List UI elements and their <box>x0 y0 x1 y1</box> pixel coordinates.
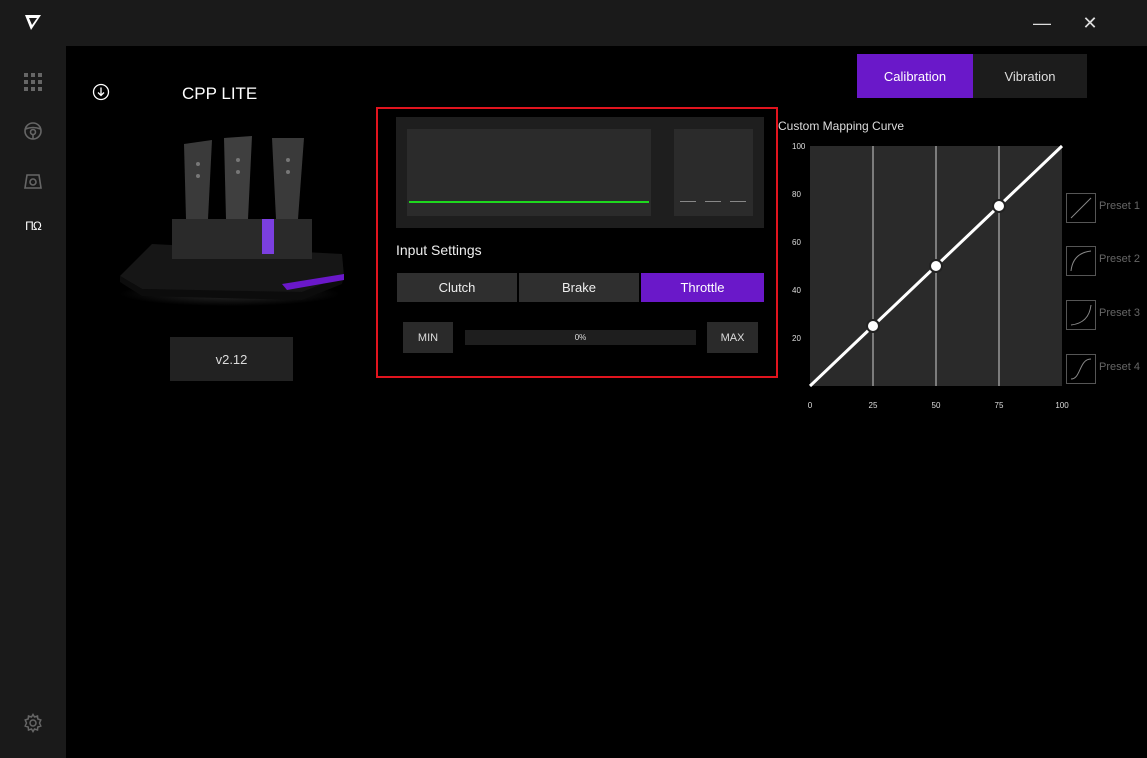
highlight-box <box>376 107 778 378</box>
y-tick-label: 100 <box>792 142 806 151</box>
tab-vibration[interactable]: Vibration <box>973 54 1087 98</box>
y-tick-label: 40 <box>792 286 801 295</box>
curve-title: Custom Mapping Curve <box>778 119 905 133</box>
sidebar: ΠΩ <box>0 0 66 758</box>
close-button[interactable]: ✕ <box>1076 9 1104 37</box>
ease-in-curve-icon <box>1066 300 1096 330</box>
grid-icon[interactable] <box>19 68 47 96</box>
logo-icon[interactable] <box>19 8 47 36</box>
y-tick-label: 20 <box>792 334 801 343</box>
x-tick-label: 50 <box>932 401 941 410</box>
preset-label: Preset 4 <box>1099 361 1140 373</box>
pedals-glyph: ΠΩ <box>25 219 42 233</box>
x-tick-label: 0 <box>808 401 813 410</box>
steering-wheel-icon[interactable] <box>19 117 47 145</box>
gear-icon[interactable] <box>19 709 47 737</box>
curve-handle[interactable] <box>929 259 943 273</box>
close-icon: ✕ <box>1082 12 1098 33</box>
wheelbase-icon[interactable] <box>19 167 47 195</box>
preset-4-button[interactable]: Preset 4 <box>1066 354 1147 384</box>
firmware-version-button[interactable]: v2.12 <box>170 337 293 381</box>
minimize-icon: — <box>1033 12 1051 33</box>
y-tick-label: 60 <box>792 238 801 247</box>
s-curve-icon <box>1066 354 1096 384</box>
minimize-button[interactable]: — <box>1028 9 1056 37</box>
preset-label: Preset 3 <box>1099 307 1140 319</box>
mapping-curve-chart[interactable]: 20 40 60 80 100 0 25 50 75 100 <box>778 138 1070 416</box>
pedals-icon[interactable]: ΠΩ <box>19 212 47 240</box>
curve-handle[interactable] <box>866 319 880 333</box>
curve-handle[interactable] <box>992 199 1006 213</box>
x-tick-label: 75 <box>995 401 1004 410</box>
device-name: CPP LITE <box>182 84 258 103</box>
preset-label: Preset 1 <box>1099 200 1140 212</box>
download-icon[interactable] <box>92 83 110 101</box>
preset-2-button[interactable]: Preset 2 <box>1066 246 1147 276</box>
y-tick-label: 80 <box>792 190 801 199</box>
x-tick-label: 100 <box>1055 401 1069 410</box>
preset-1-button[interactable]: Preset 1 <box>1066 193 1147 223</box>
title-bar: — ✕ <box>66 0 1147 46</box>
x-tick-label: 25 <box>869 401 878 410</box>
preset-label: Preset 2 <box>1099 253 1140 265</box>
tab-calibration[interactable]: Calibration <box>857 54 973 98</box>
linear-curve-icon <box>1066 193 1096 223</box>
preset-3-button[interactable]: Preset 3 <box>1066 300 1147 330</box>
pedal-set-image <box>112 124 348 314</box>
ease-out-curve-icon <box>1066 246 1096 276</box>
